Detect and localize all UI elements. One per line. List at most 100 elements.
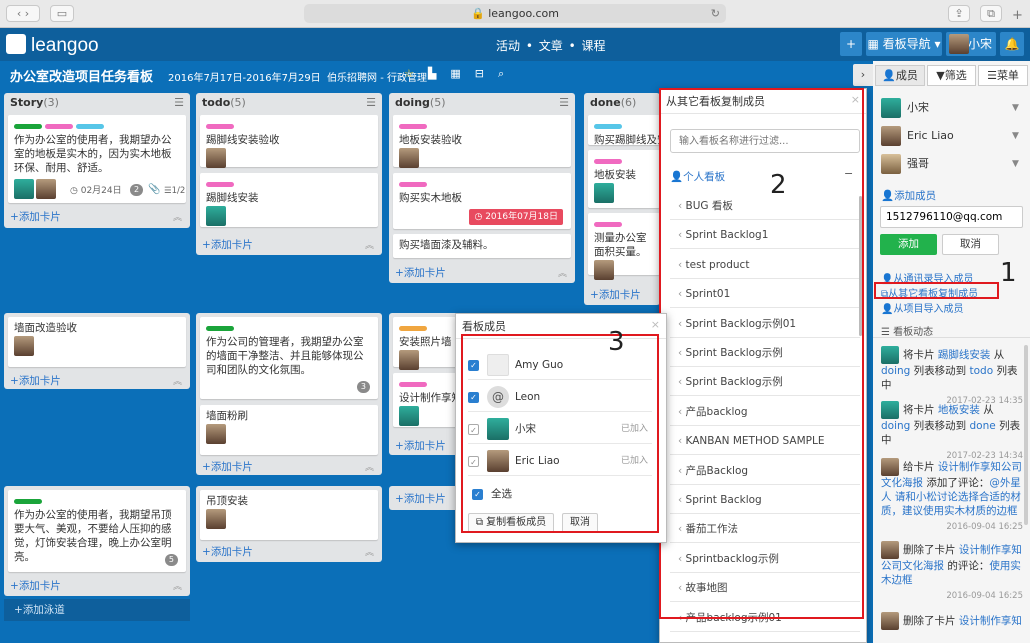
tab-members[interactable]: 👤成员 [875,65,925,86]
back-forward-buttons[interactable]: ‹ › [6,5,40,22]
activity-item: 将卡片 踢脚线安装 从 doing 列表移动到 todo 列表中 2017-02-… [881,346,1023,408]
collapse-icon[interactable]: ︽ [173,579,182,592]
card-text: 设计制作享知 [399,392,462,404]
cancel-button[interactable]: 取消 [942,234,999,255]
filter-icon[interactable]: ▼ [1012,131,1019,141]
add-card-link[interactable]: +添加卡片 [202,459,253,474]
add-member-link[interactable]: 👤添加成员 [881,188,936,203]
email-field[interactable] [880,206,1023,228]
share-icon[interactable]: ⇪ [948,5,970,22]
column-header[interactable]: doing(5) ☰ [389,93,575,113]
list-link[interactable]: done [970,420,996,432]
label-blue [594,124,622,129]
menu-icon[interactable]: ☰ [559,96,569,109]
column-header[interactable]: done(6) [584,93,660,113]
bell-icon[interactable]: 🔔 [1000,32,1024,56]
card[interactable]: 作为公司的管理者，我期望办公室的墙面干净整洁、并且能够体现公司和团队的文化氛围。… [200,317,378,399]
menu-icon[interactable]: ☰ [366,96,376,109]
tab-label: 成员 [895,69,918,82]
list-link[interactable]: todo [970,365,994,377]
card[interactable]: 测量办公室面积买量。 [588,213,660,280]
activity-title: ☰ 看板动态 [881,323,933,338]
card-link[interactable]: 踢脚线安装 [938,349,991,361]
card[interactable]: 墙面改造验收 [8,317,186,367]
add-card-link[interactable]: +添加卡片 [395,491,446,506]
panel-toggle-icon[interactable]: › [853,64,873,86]
add-button[interactable]: 添加 [880,234,937,255]
reload-icon[interactable]: ↻ [711,4,720,23]
star-icon[interactable]: ☆ [404,67,414,80]
card-link[interactable]: 地板安装 [938,404,980,416]
user-menu[interactable]: 小宋 [946,32,996,56]
chart-icon[interactable]: ▙ [428,67,436,80]
add-card-link[interactable]: +添加卡片 [202,544,253,559]
menu-icon[interactable]: ☰ [174,96,184,109]
board-nav-button[interactable]: ▦ 看板导航 ▾ [866,32,942,56]
member-item[interactable]: Eric Liao [881,125,954,147]
filter-icon[interactable]: ▼ [1012,159,1019,169]
filter-icon[interactable]: ▼ [1012,103,1019,113]
add-card-link[interactable]: +添加卡片 [10,578,61,593]
card[interactable]: 墙面粉刷 [200,405,378,455]
card[interactable]: 踢脚线安装验收 [200,115,378,168]
member-item[interactable]: 小宋 [881,97,929,119]
card[interactable]: 购买墙面漆及辅料。 [393,234,571,258]
tab-menu[interactable]: ☰菜单 [978,65,1028,86]
import-project-link[interactable]: 👤从项目导入成员 [881,300,963,315]
add-card-link[interactable]: +添加卡片 [202,237,253,252]
collapse-icon[interactable]: ︽ [365,545,374,558]
member-item[interactable]: 强哥 [881,153,929,175]
url-bar[interactable]: 🔒 leangoo.com ↻ [304,4,726,23]
card[interactable]: 设计制作享知 [393,373,462,427]
add-card-link[interactable]: +添加卡片 [395,265,446,280]
card[interactable]: 吊顶安装 [200,490,378,540]
scrollbar[interactable] [1024,345,1028,525]
card[interactable]: 作为办公室的使用者，我期望吊顶要大气、美观，不要给人压抑的感觉，灯饰安装合理，晚… [8,490,186,572]
close-icon[interactable]: × [651,318,660,331]
list-link[interactable]: doing [881,420,910,432]
collapse-icon[interactable]: ︽ [365,238,374,251]
nav-activity[interactable]: 活动 [496,39,520,53]
sidebar-icon[interactable]: ▭ [50,5,74,22]
collapse-icon[interactable]: ︽ [173,374,182,387]
tabs-icon[interactable]: ⧉ [980,5,1002,22]
activity-text: 的评论： [947,560,990,572]
nav-articles[interactable]: 文章 [539,39,563,53]
search-icon[interactable]: ⌕ [498,67,504,80]
add-icon[interactable]: + [840,32,862,56]
new-tab-icon[interactable]: + [1012,8,1023,23]
add-card-link[interactable]: +添加卡片 [10,209,61,224]
card[interactable]: 购买实木地板 ◷ 2016年07月18日 [393,173,571,229]
add-card-link[interactable]: +添加卡片 [10,373,61,388]
collapse-icon[interactable]: ︽ [365,460,374,473]
list-link[interactable]: doing [881,365,910,377]
lane3-column-todo: 吊顶安装 +添加卡片 ︽ [196,486,382,562]
card-link[interactable]: 设计制作享知 [959,615,1022,627]
nav-courses[interactable]: 课程 [581,39,605,53]
add-card-link[interactable]: +添加卡片 [590,287,641,302]
add-lane-button[interactable]: +添加泳道 [4,599,190,621]
card[interactable]: 地板安装 [588,150,660,208]
card[interactable]: 地板安装验收 [393,115,571,168]
column-todo: todo(5) ☰ 踢脚线安装验收 踢脚线安装 +添加卡片 ︽ [196,93,382,255]
add-card-link[interactable]: +添加卡片 [395,438,446,453]
avatar [399,350,419,370]
avatar [206,509,226,529]
due-badge-text: 2016年07月18日 [485,212,558,222]
collapse-icon[interactable]: ︽ [558,266,567,279]
activity-text: 删除了卡片 [903,615,956,627]
collapse-icon[interactable]: ⊟ [475,67,484,80]
avatar [881,401,899,419]
column-header[interactable]: todo(5) ☰ [196,93,382,113]
logo[interactable]: leangoo [6,34,99,57]
card[interactable]: 踢脚线安装 [200,173,378,227]
column-header[interactable]: Story(3) ☰ [4,93,190,113]
collapse-icon[interactable]: ︽ [173,210,182,223]
card[interactable]: 购买踢脚线及安 [588,115,668,146]
lane3-column-story: 作为办公室的使用者，我期望吊顶要大气、美观，不要给人压抑的感觉，灯饰安装合理，晚… [4,486,190,596]
tab-filter[interactable]: ▼筛选 [927,65,976,86]
table-icon[interactable]: ▦ [450,67,460,80]
activity-text: 从 [993,349,1005,361]
card[interactable]: 安装照片墙 [393,317,459,370]
card[interactable]: 作为办公室的使用者，我期望办公室的地板是实木的，因为实木地板环保、耐用、舒适。 … [8,115,186,203]
